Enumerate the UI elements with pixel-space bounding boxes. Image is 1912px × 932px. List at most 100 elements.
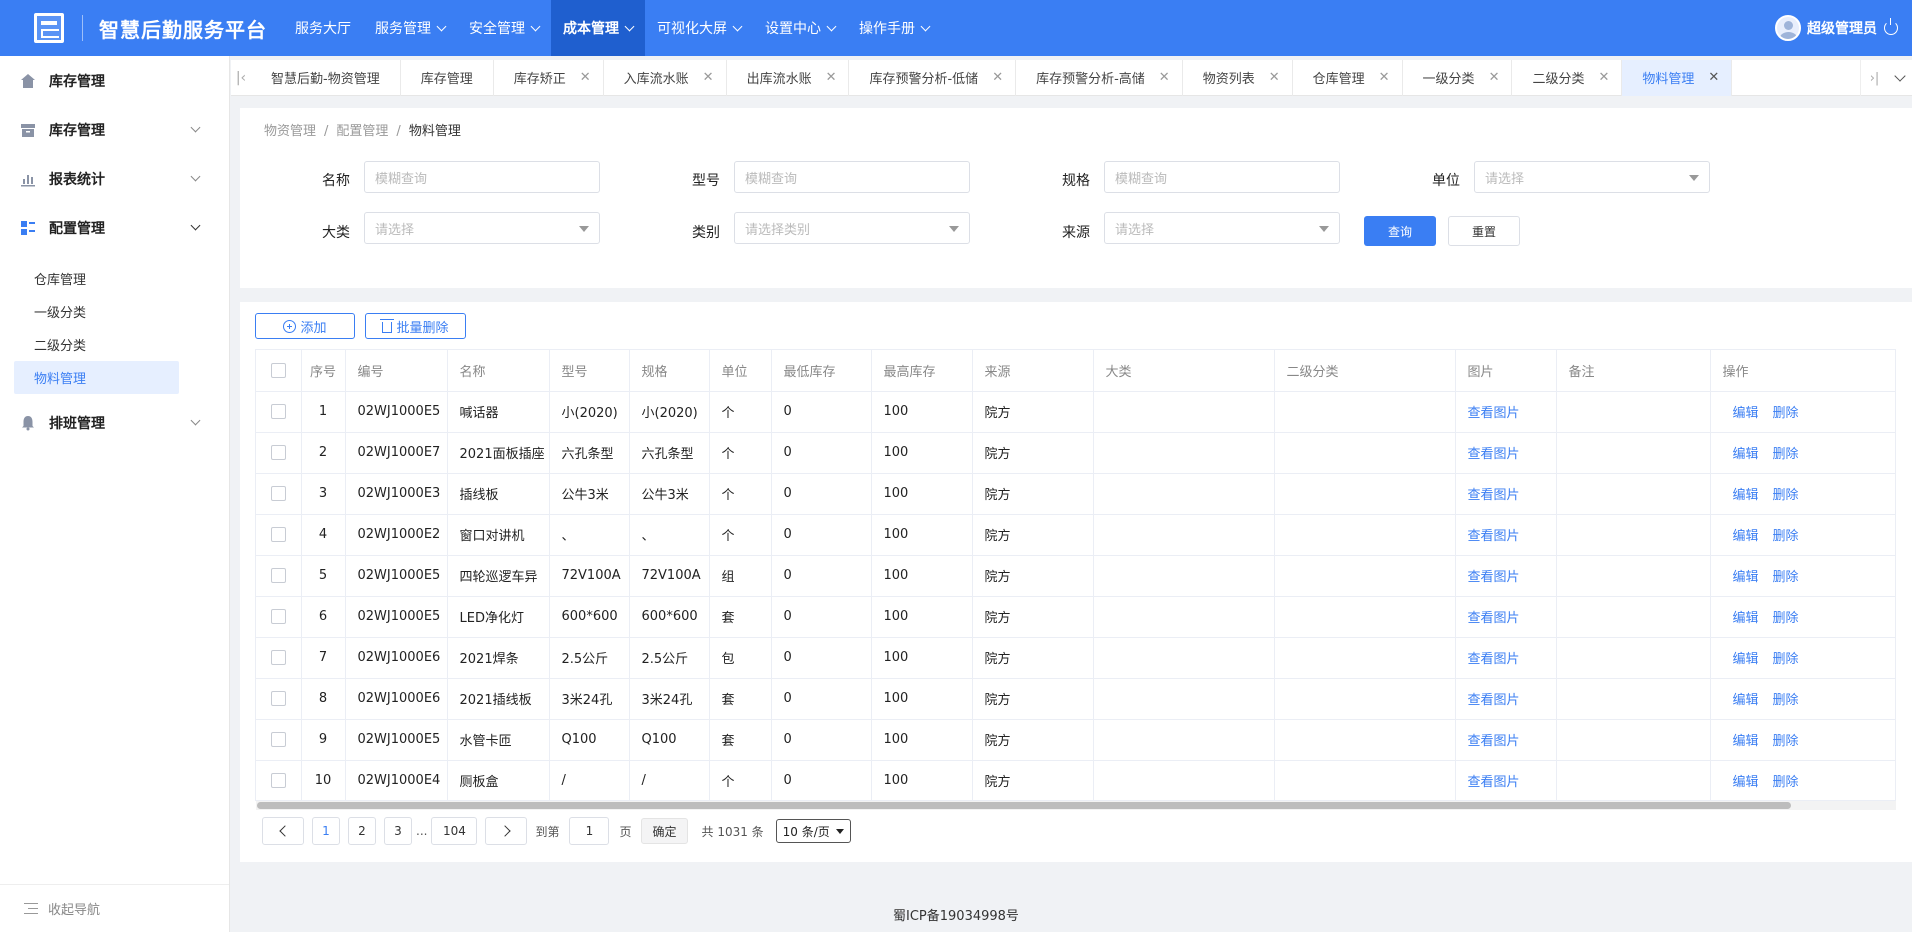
- topnav-service-mgmt[interactable]: 服务管理: [363, 0, 457, 56]
- page-size-select[interactable]: 10 条/页: [775, 819, 851, 843]
- edit-link[interactable]: 编辑: [1733, 652, 1759, 667]
- topnav-cost-mgmt[interactable]: 成本管理: [551, 0, 645, 56]
- tab-category-2[interactable]: 二级分类 ✕: [1512, 59, 1623, 96]
- view-image-link[interactable]: 查看图片: [1468, 529, 1520, 544]
- add-button[interactable]: 添加: [255, 313, 355, 339]
- tabs-scroll-right-icon[interactable]: ›|: [1860, 60, 1888, 96]
- row-checkbox[interactable]: [256, 760, 302, 800]
- delete-link[interactable]: 删除: [1773, 611, 1799, 626]
- close-icon[interactable]: ✕: [703, 70, 714, 85]
- topnav-security-mgmt[interactable]: 安全管理: [457, 0, 551, 56]
- query-button[interactable]: 查询: [1364, 216, 1436, 246]
- tab-warning-low[interactable]: 库存预警分析-低储 ✕: [849, 59, 1017, 96]
- edit-link[interactable]: 编辑: [1733, 406, 1759, 421]
- close-icon[interactable]: ✕: [1708, 70, 1719, 85]
- close-icon[interactable]: ✕: [826, 70, 837, 85]
- row-checkbox[interactable]: [256, 678, 302, 720]
- tabs-scroll-left-icon[interactable]: |‹: [231, 60, 251, 96]
- delete-link[interactable]: 删除: [1773, 693, 1799, 708]
- topnav-settings[interactable]: 设置中心: [753, 0, 847, 56]
- reset-button[interactable]: 重置: [1448, 216, 1520, 246]
- row-checkbox[interactable]: [256, 473, 302, 515]
- delete-link[interactable]: 删除: [1773, 488, 1799, 503]
- goto-page-input[interactable]: 1: [569, 817, 610, 845]
- type-select[interactable]: 请选择类别: [734, 212, 970, 244]
- edit-link[interactable]: 编辑: [1733, 611, 1759, 626]
- tab-logistics-material[interactable]: 智慧后勤-物资管理: [251, 59, 401, 96]
- tabs-dropdown-icon[interactable]: [1888, 60, 1912, 96]
- close-icon[interactable]: ✕: [992, 70, 1003, 85]
- page-button[interactable]: 104: [431, 817, 478, 845]
- close-icon[interactable]: ✕: [1379, 70, 1390, 85]
- view-image-link[interactable]: 查看图片: [1468, 652, 1520, 667]
- breadcrumb-item[interactable]: 配置管理: [336, 124, 388, 139]
- user-name[interactable]: 超级管理员: [1807, 18, 1877, 38]
- delete-link[interactable]: 删除: [1773, 570, 1799, 585]
- sidebar-item-warehouse[interactable]: 仓库管理: [0, 262, 229, 295]
- user-menu[interactable]: 超级管理员: [1775, 0, 1898, 56]
- spec-input[interactable]: 模糊查询: [1104, 161, 1340, 193]
- edit-link[interactable]: 编辑: [1733, 693, 1759, 708]
- model-input[interactable]: 模糊查询: [734, 161, 970, 193]
- close-icon[interactable]: ✕: [1269, 70, 1280, 85]
- tab-outbound-ledger[interactable]: 出库流水账 ✕: [727, 59, 850, 96]
- close-icon[interactable]: ✕: [1489, 70, 1500, 85]
- footer-icp[interactable]: 蜀ICP备19034998号: [893, 905, 1019, 924]
- tab-warehouse[interactable]: 仓库管理 ✕: [1293, 59, 1403, 96]
- next-page-button[interactable]: [485, 817, 528, 845]
- sidebar-item-category-1[interactable]: 一级分类: [0, 295, 229, 328]
- view-image-link[interactable]: 查看图片: [1468, 570, 1520, 585]
- horizontal-scrollbar[interactable]: [256, 801, 1896, 810]
- topnav-manual[interactable]: 操作手册: [847, 0, 941, 56]
- view-image-link[interactable]: 查看图片: [1468, 488, 1520, 503]
- select-all-checkbox[interactable]: [256, 350, 302, 392]
- delete-link[interactable]: 删除: [1773, 775, 1799, 790]
- delete-link[interactable]: 删除: [1773, 529, 1799, 544]
- view-image-link[interactable]: 查看图片: [1468, 775, 1520, 790]
- row-checkbox[interactable]: [256, 719, 302, 761]
- row-checkbox[interactable]: [256, 637, 302, 679]
- collapse-nav-button[interactable]: 收起导航: [0, 884, 229, 932]
- unit-select[interactable]: 请选择: [1474, 161, 1710, 193]
- page-button[interactable]: 1: [312, 817, 340, 845]
- delete-link[interactable]: 删除: [1773, 652, 1799, 667]
- row-checkbox[interactable]: [256, 514, 302, 556]
- view-image-link[interactable]: 查看图片: [1468, 734, 1520, 749]
- row-checkbox[interactable]: [256, 391, 302, 433]
- tab-inventory[interactable]: 库存管理: [401, 59, 494, 96]
- close-icon[interactable]: ✕: [1598, 70, 1609, 85]
- sidebar-item-material[interactable]: 物料管理: [14, 361, 179, 394]
- page-button[interactable]: 2: [348, 817, 376, 845]
- view-image-link[interactable]: 查看图片: [1468, 406, 1520, 421]
- breadcrumb-item[interactable]: 物资管理: [264, 124, 316, 139]
- row-checkbox[interactable]: [256, 432, 302, 474]
- close-icon[interactable]: ✕: [1159, 70, 1170, 85]
- edit-link[interactable]: 编辑: [1733, 447, 1759, 462]
- delete-link[interactable]: 删除: [1773, 734, 1799, 749]
- view-image-link[interactable]: 查看图片: [1468, 611, 1520, 626]
- view-image-link[interactable]: 查看图片: [1468, 447, 1520, 462]
- sidebar-group-inventory-home[interactable]: 库存管理: [0, 56, 229, 105]
- name-input[interactable]: 模糊查询: [364, 161, 600, 193]
- edit-link[interactable]: 编辑: [1733, 775, 1759, 790]
- edit-link[interactable]: 编辑: [1733, 488, 1759, 503]
- edit-link[interactable]: 编辑: [1733, 529, 1759, 544]
- close-icon[interactable]: ✕: [580, 70, 591, 85]
- power-icon[interactable]: [1884, 18, 1898, 35]
- tab-inventory-correction[interactable]: 库存矫正 ✕: [494, 59, 604, 96]
- edit-link[interactable]: 编辑: [1733, 570, 1759, 585]
- batch-delete-button[interactable]: 批量删除: [365, 313, 466, 339]
- category-select[interactable]: 请选择: [364, 212, 600, 244]
- tab-warning-high[interactable]: 库存预警分析-高储 ✕: [1016, 59, 1183, 96]
- tab-material-mgmt[interactable]: 物料管理 ✕: [1622, 59, 1733, 96]
- prev-page-button[interactable]: [262, 817, 304, 845]
- tab-category-1[interactable]: 一级分类 ✕: [1403, 59, 1513, 96]
- sidebar-group-reports[interactable]: 报表统计: [0, 154, 229, 203]
- row-checkbox[interactable]: [256, 555, 302, 597]
- avatar[interactable]: [1775, 15, 1801, 41]
- sidebar-group-schedule[interactable]: 排班管理: [0, 398, 229, 447]
- row-checkbox[interactable]: [256, 596, 302, 638]
- logo-icon[interactable]: [34, 13, 64, 43]
- source-select[interactable]: 请选择: [1104, 212, 1340, 244]
- sidebar-item-category-2[interactable]: 二级分类: [0, 328, 229, 361]
